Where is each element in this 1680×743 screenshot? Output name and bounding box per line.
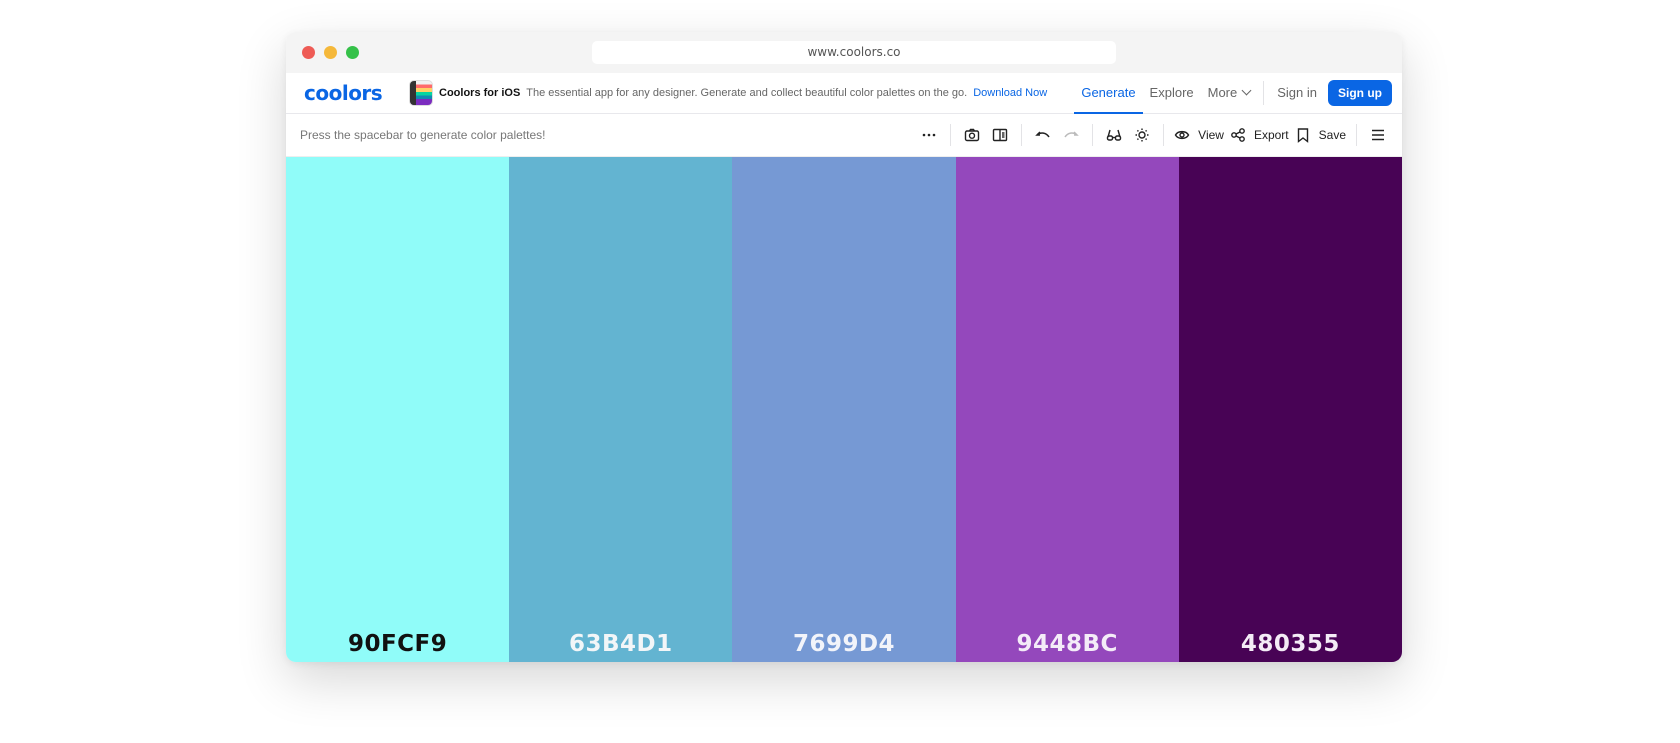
color-swatch[interactable]: 7699D4 [732,157,956,662]
color-hex-code[interactable]: 90FCF9 [286,631,509,657]
view-label: View [1198,128,1224,142]
color-swatch[interactable]: 9448BC [955,157,1179,662]
nav-more[interactable]: More [1201,73,1258,113]
maximize-window-button[interactable] [346,46,359,59]
coolors-logo[interactable]: coolors [304,81,383,105]
save-button[interactable]: Save [1295,121,1346,149]
export-button[interactable]: Export [1230,121,1289,149]
chevron-down-icon [1241,85,1252,96]
generator-toolbar: Press the spacebar to generate color pal… [286,114,1402,157]
image-picker-button[interactable] [961,121,983,149]
close-window-button[interactable] [302,46,315,59]
toolbar-divider [1092,124,1094,146]
minimize-window-button[interactable] [324,46,337,59]
sign-in-link[interactable]: Sign in [1270,73,1324,113]
redo-button[interactable] [1060,121,1082,149]
color-hex-code[interactable]: 63B4D1 [509,631,732,657]
more-horizontal-icon [922,133,936,137]
promo-title: Coolors for iOS [439,87,521,99]
glasses-icon [1106,129,1122,141]
nav-more-label: More [1207,85,1238,100]
color-swatch[interactable]: 90FCF9 [286,157,510,662]
color-blindness-button[interactable] [1103,121,1125,149]
download-now-link[interactable]: Download Now [973,87,1047,99]
undo-icon [1035,131,1050,138]
panel-icon [992,128,1008,142]
toolbar-divider [1021,124,1023,146]
export-label: Export [1253,128,1289,142]
address-bar[interactable]: www.coolors.co [592,41,1116,64]
more-options-button[interactable] [918,121,940,149]
adjust-palette-button[interactable] [1131,121,1153,149]
toolbar-actions: View Export Save [915,114,1392,156]
eye-icon [1174,130,1190,140]
spacebar-hint: Press the spacebar to generate color pal… [300,128,546,142]
view-button[interactable]: View [1174,121,1224,149]
camera-icon [964,128,980,142]
color-swatch[interactable]: 480355 [1178,157,1402,662]
promo-text: The essential app for any designer. Gene… [526,87,968,99]
nav-links: Generate Explore More Sign in Sign up [1074,73,1392,114]
redo-icon [1064,131,1079,138]
brightness-icon [1135,128,1149,142]
toolbar-divider [950,124,952,146]
toolbar-divider [1163,124,1165,146]
share-icon [1231,128,1245,142]
ios-app-icon [409,80,433,106]
sign-up-button[interactable]: Sign up [1328,80,1392,106]
window-controls [302,46,359,59]
undo-button[interactable] [1032,121,1054,149]
save-label: Save [1318,128,1346,142]
main-menu-button[interactable] [1367,121,1389,149]
nav-generate[interactable]: Generate [1074,73,1143,114]
browser-window: www.coolors.co coolors Coolors for iOS T… [286,32,1402,662]
color-hex-code[interactable]: 9448BC [956,631,1179,657]
view-panel-button[interactable] [989,121,1011,149]
color-hex-code[interactable]: 480355 [1179,631,1402,657]
color-palette: 90FCF9 63B4D1 7699D4 9448BC 480355 [286,157,1402,662]
site-navbar: coolors Coolors for iOS The essential ap… [286,73,1402,114]
ios-promo-banner: Coolors for iOS The essential app for an… [409,80,1047,106]
menu-icon [1372,129,1384,141]
nav-divider [1263,81,1265,105]
color-swatch[interactable]: 63B4D1 [509,157,733,662]
browser-titlebar: www.coolors.co [286,32,1402,73]
bookmark-icon [1297,128,1308,143]
color-hex-code[interactable]: 7699D4 [732,631,955,657]
toolbar-divider [1356,124,1357,146]
nav-explore[interactable]: Explore [1143,73,1201,113]
